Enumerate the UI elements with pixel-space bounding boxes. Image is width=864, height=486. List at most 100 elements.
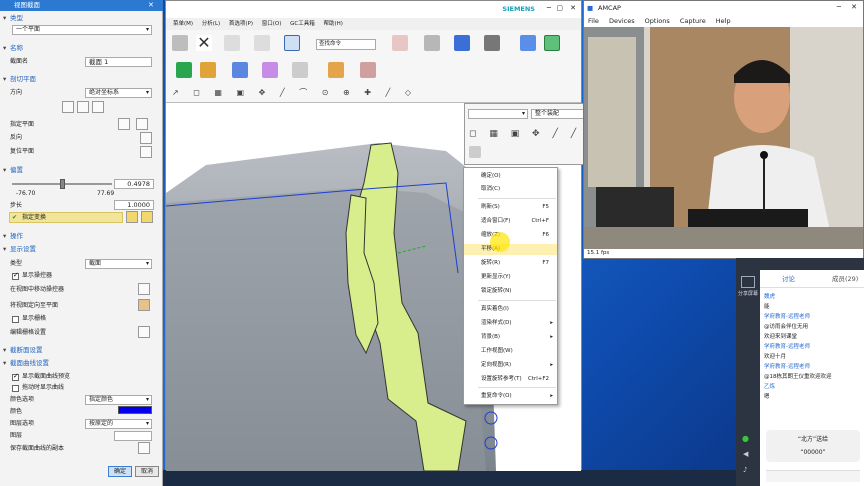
menu-item-orient-view[interactable]: 定向视图(R) ▸	[464, 360, 557, 371]
menu-item-rotation-ref[interactable]: 设置旋转参考(T) Ctrl+F2	[464, 374, 557, 385]
show-manipulator-checkbox[interactable]	[12, 271, 19, 280]
z-axis-icon[interactable]	[92, 101, 104, 113]
fit-icon[interactable]	[392, 35, 408, 51]
remove-icon[interactable]	[360, 62, 376, 78]
section-name[interactable]: 名称	[2, 44, 160, 53]
direction-select[interactable]: 绝对坐标系	[85, 88, 152, 98]
menu-item-fit[interactable]: 适合窗口(F) Ctrl+F	[464, 216, 557, 227]
section-type[interactable]: 类型	[2, 14, 160, 23]
layer-option-select[interactable]: 按原定的	[85, 419, 152, 429]
menu-item[interactable]: 帮助(H)	[324, 21, 343, 27]
tab-members[interactable]: 成员(29)	[832, 270, 858, 288]
menu-item[interactable]: Capture	[680, 17, 706, 25]
specify-transform-row[interactable]: ✔ 指定变换	[9, 212, 123, 223]
dynamic-update-checkbox[interactable]	[12, 385, 19, 392]
music-icon[interactable]: ♪	[743, 466, 747, 474]
close-icon[interactable]: ✕	[570, 4, 576, 12]
display-type-select[interactable]: 截面	[85, 259, 152, 269]
menu-item[interactable]: File	[588, 17, 599, 25]
menu-item-ok[interactable]: 确定(O)	[464, 171, 557, 182]
filter-icon[interactable]	[262, 62, 278, 78]
offset-value-input[interactable]: 0.4978	[114, 179, 154, 189]
speaker-icon[interactable]: ◀	[743, 450, 748, 458]
menu-item[interactable]: 窗口(O)	[262, 21, 282, 27]
reverse-icon[interactable]	[140, 132, 152, 144]
section-operations[interactable]: 操作	[2, 232, 160, 241]
edit-grid-icon[interactable]	[138, 326, 150, 338]
menu-item-update-display[interactable]: 更新显示(Y)	[464, 272, 557, 283]
paste-icon[interactable]	[172, 35, 188, 51]
menu-item[interactable]: 首选项(P)	[229, 21, 253, 27]
color-swatch[interactable]	[118, 406, 152, 414]
share-screen-icon[interactable]	[741, 276, 755, 288]
menu-item-work-view[interactable]: 工作视图(W)	[464, 346, 557, 357]
redo-icon[interactable]	[254, 35, 270, 51]
show-curve-preview-checkbox[interactable]	[12, 372, 19, 381]
menu-item[interactable]: GC工具箱	[290, 21, 315, 27]
menu-item-rotate[interactable]: 旋转(R) F7	[464, 258, 557, 269]
close-icon[interactable]: ✕	[851, 3, 857, 11]
menu-item-refresh[interactable]: 刷新(S) F5	[464, 202, 557, 213]
command-search-input[interactable]: 查找命令	[316, 39, 376, 50]
minimize-icon[interactable]: ─	[547, 4, 551, 12]
grid-icon[interactable]	[469, 146, 481, 158]
view-frame-icon[interactable]	[284, 35, 300, 51]
menu-item-render-style[interactable]: 渲染样式(D) ▸	[464, 318, 557, 329]
filter-select[interactable]	[468, 109, 528, 119]
cube-icon[interactable]	[454, 35, 470, 51]
plane-dropdown-icon[interactable]	[136, 118, 148, 130]
menu-item-pan[interactable]: 平移(A)	[464, 244, 557, 255]
solid-icon[interactable]	[176, 62, 192, 78]
menu-item[interactable]: 菜单(M)	[173, 21, 193, 27]
section-name-input[interactable]: 截面 1	[85, 57, 152, 67]
cancel-button[interactable]: 取消	[135, 466, 159, 477]
section-offset[interactable]: 偏置	[2, 166, 160, 175]
close-icon[interactable]: ✕	[148, 1, 154, 9]
section-icon[interactable]	[520, 35, 536, 51]
menu-item-zoom[interactable]: 缩放(Z) F6	[464, 230, 557, 241]
section-cut-plane[interactable]: 剖切平面	[2, 75, 160, 84]
plane-icon[interactable]	[118, 118, 130, 130]
menu-item-lock-rotation[interactable]: 锁定旋转(N)	[464, 286, 557, 297]
section-display-settings[interactable]: 显示设置	[2, 245, 160, 254]
menu-item[interactable]: 分析(L)	[202, 21, 220, 27]
layer-input[interactable]	[114, 431, 152, 441]
menu-item[interactable]: Help	[716, 17, 731, 25]
x-axis-icon[interactable]	[62, 101, 74, 113]
section-curve-settings[interactable]: 截面曲线设置	[2, 359, 160, 368]
offset-slider-thumb[interactable]	[60, 179, 65, 189]
shade-icon[interactable]	[424, 35, 440, 51]
menu-item[interactable]: Devices	[609, 17, 635, 25]
snap-toolbar[interactable]: ↗ ◻ ▦ ▣ ✥ ╱ ⌒ ⊙ ⊕ ✚ ╱ ◇	[172, 87, 577, 99]
y-axis-icon[interactable]	[77, 101, 89, 113]
undo-icon[interactable]	[224, 35, 240, 51]
step-input[interactable]: 1.0000	[114, 200, 154, 210]
hide-icon[interactable]	[292, 62, 308, 78]
reset-icon[interactable]	[140, 146, 152, 158]
shape-icon[interactable]	[232, 62, 248, 78]
block-icon[interactable]	[200, 62, 216, 78]
menu-item-cancel[interactable]: 取消(C)	[464, 184, 557, 195]
move-manipulator-icon[interactable]	[138, 283, 150, 295]
menu-item-background[interactable]: 背景(B) ▸	[464, 332, 557, 343]
tab-discuss[interactable]: 讨论	[782, 270, 795, 288]
chat-input[interactable]	[766, 470, 860, 482]
background-icon[interactable]	[484, 35, 500, 51]
maximize-icon[interactable]: ▢	[556, 4, 563, 12]
transform-dialog-icon[interactable]	[141, 211, 153, 223]
menu-item-repeat[interactable]: 重复命令(O) ▸	[464, 391, 557, 402]
transform-icon[interactable]	[126, 211, 138, 223]
menu-item[interactable]: Options	[645, 17, 670, 25]
delete-icon[interactable]: ✕	[196, 35, 212, 51]
ok-button[interactable]: 确定	[108, 466, 132, 477]
box-icon[interactable]	[328, 62, 344, 78]
minimize-icon[interactable]: ─	[837, 3, 841, 11]
color-option-select[interactable]: 指定颜色	[85, 395, 152, 405]
orient-view-icon[interactable]	[138, 299, 150, 311]
menu-item-true-shading[interactable]: 真实着色(I)	[464, 304, 557, 315]
mic-icon[interactable]: ●	[742, 434, 749, 443]
save-copy-icon[interactable]	[138, 442, 150, 454]
show-grid-checkbox[interactable]	[12, 316, 19, 323]
clip-section-icon[interactable]	[544, 35, 560, 51]
section-cut-display[interactable]: 截断面设置	[2, 346, 160, 355]
